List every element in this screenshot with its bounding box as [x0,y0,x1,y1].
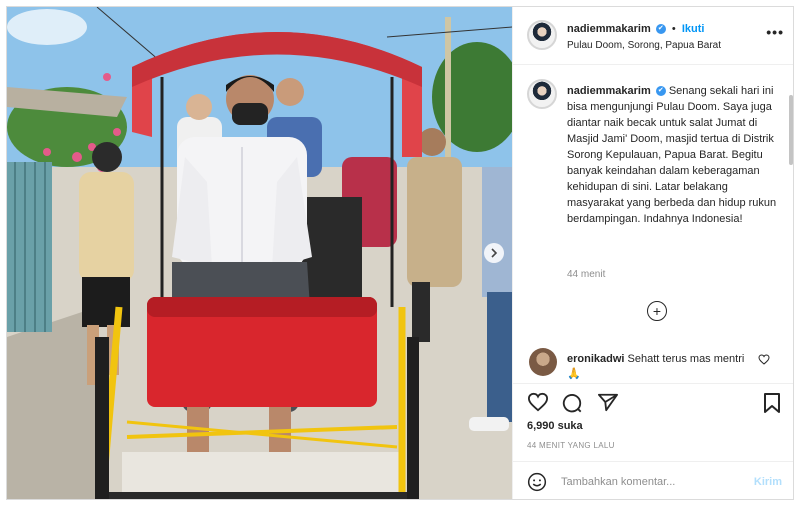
post-comment-button[interactable]: Kirim [754,476,782,488]
carousel-next-button[interactable] [484,243,504,263]
post-caption: nadiemmakarim ✔ Senang sekali hari ini bi… [567,83,781,227]
post-side-panel: nadiemmakarim ✔ • Ikuti Pulau Doom, Soro… [512,7,793,499]
caption-author-avatar[interactable] [527,79,557,109]
verified-badge-icon: ✔ [655,24,666,35]
comment-username[interactable]: eronikadwi [567,353,624,365]
comment-item: eronikadwi Sehatt terus mas mentri 🙏 [567,352,747,382]
header-user-line: nadiemmakarim ✔ • Ikuti [567,23,704,35]
verified-badge-icon: ✔ [655,86,666,97]
bookmark-icon[interactable] [763,392,781,414]
posted-time[interactable]: 44 MENIT YANG LALU [527,441,615,450]
likes-count[interactable]: 6,990 suka [527,420,583,432]
comment-input[interactable] [561,472,741,492]
post-photo[interactable] [7,7,512,499]
add-comment-bar: Kirim [513,461,793,499]
comment-like-heart-icon[interactable] [758,354,770,365]
follow-button[interactable]: Ikuti [682,23,705,35]
scrollbar-thumb[interactable] [789,95,793,165]
action-bar: 6,990 suka 44 MENIT YANG LALU [513,383,793,461]
author-username[interactable]: nadiemmakarim [567,23,651,35]
load-more-comments-button[interactable]: + [647,301,667,321]
chevron-right-icon [491,248,498,258]
post-location[interactable]: Pulau Doom, Sorong, Papua Barat [567,40,721,51]
caption-username[interactable]: nadiemmakarim [567,85,651,97]
author-avatar[interactable] [527,20,557,50]
share-icon[interactable] [597,392,619,412]
caption-time: 44 menit [567,269,606,280]
comments-scroll-area[interactable]: nadiemmakarim ✔ Senang sekali hari ini bi… [513,65,793,383]
heart-icon[interactable] [527,392,549,412]
post-header: nadiemmakarim ✔ • Ikuti Pulau Doom, Soro… [513,7,793,65]
instagram-post: nadiemmakarim ✔ • Ikuti Pulau Doom, Soro… [6,6,794,500]
separator-dot: • [671,23,676,35]
becak-photo-illustration [7,7,512,499]
commenter-avatar[interactable] [529,348,557,376]
more-options-button[interactable]: ••• [766,25,784,39]
emoji-icon[interactable] [527,472,547,492]
comment-icon[interactable] [561,392,583,414]
caption-text: Senang sekali hari ini bisa mengunjungi … [567,85,777,225]
